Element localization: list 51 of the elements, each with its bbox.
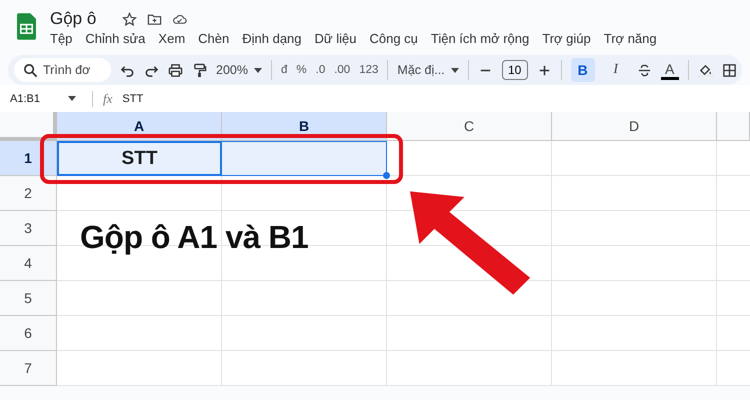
text-color-button[interactable]: A: [660, 60, 679, 80]
number-format-button[interactable]: đ: [280, 58, 288, 82]
row-header[interactable]: 7: [0, 351, 57, 386]
function-label: fx: [103, 90, 112, 106]
menu-item[interactable]: Chỉnh sửa: [85, 31, 146, 46]
bold-button[interactable]: B: [570, 58, 595, 82]
number-format-button[interactable]: %: [296, 58, 307, 82]
italic-button[interactable]: I: [604, 58, 628, 82]
row-header[interactable]: 5: [0, 281, 57, 316]
menu-item[interactable]: Xem: [158, 31, 186, 46]
row-header[interactable]: 4: [0, 246, 57, 281]
row-header[interactable]: 3: [0, 211, 57, 246]
folder-icon[interactable]: [147, 12, 162, 26]
number-format-button[interactable]: .0: [316, 58, 326, 82]
row-header[interactable]: 6: [0, 316, 57, 351]
annotation-caption: Gộp ô A1 và B1: [80, 219, 308, 256]
menu-item[interactable]: Trợ năng: [604, 31, 657, 46]
caret-icon: [68, 96, 76, 101]
document-title[interactable]: Gộp ô: [50, 9, 96, 29]
zoom-dropdown[interactable]: 200%: [216, 58, 262, 82]
column-header[interactable]: D: [552, 112, 717, 141]
number-format-button[interactable]: .00: [334, 58, 350, 82]
menu-item[interactable]: Tệp: [50, 31, 72, 46]
paint-format-icon[interactable]: [192, 62, 207, 78]
menu-item[interactable]: Định dạng: [242, 31, 302, 46]
strikethrough-icon[interactable]: [636, 62, 652, 78]
menu-item[interactable]: Tiện ích mở rộng: [430, 31, 530, 46]
caret-icon: [254, 68, 262, 72]
select-all-corner[interactable]: [0, 112, 57, 141]
search-field[interactable]: Trình đơ: [14, 58, 111, 82]
caret-icon: [450, 68, 459, 72]
borders-icon[interactable]: [722, 62, 737, 78]
search-icon: [23, 63, 38, 78]
formula-value[interactable]: STT: [122, 92, 144, 104]
row-header[interactable]: 2: [0, 176, 57, 211]
cell[interactable]: STT: [57, 141, 222, 176]
number-format-button[interactable]: 123: [359, 58, 378, 82]
sheets-logo-icon[interactable]: [17, 13, 36, 40]
name-box[interactable]: A1:B1: [10, 92, 82, 104]
menu-item[interactable]: Công cụ: [369, 31, 418, 46]
row-header[interactable]: 1: [0, 141, 57, 176]
cell[interactable]: [222, 141, 387, 176]
menu-item[interactable]: Dữ liệu: [314, 31, 356, 46]
star-icon[interactable]: [122, 12, 138, 26]
font-dropdown[interactable]: Mặc đị...: [397, 58, 459, 82]
print-icon[interactable]: [168, 62, 183, 78]
menu-item[interactable]: Trợ giúp: [542, 31, 591, 46]
fill-color-icon[interactable]: [698, 62, 713, 78]
font-size-field[interactable]: 10: [502, 60, 528, 80]
menu-item[interactable]: Chèn: [198, 31, 230, 46]
column-header[interactable]: C: [387, 112, 552, 141]
